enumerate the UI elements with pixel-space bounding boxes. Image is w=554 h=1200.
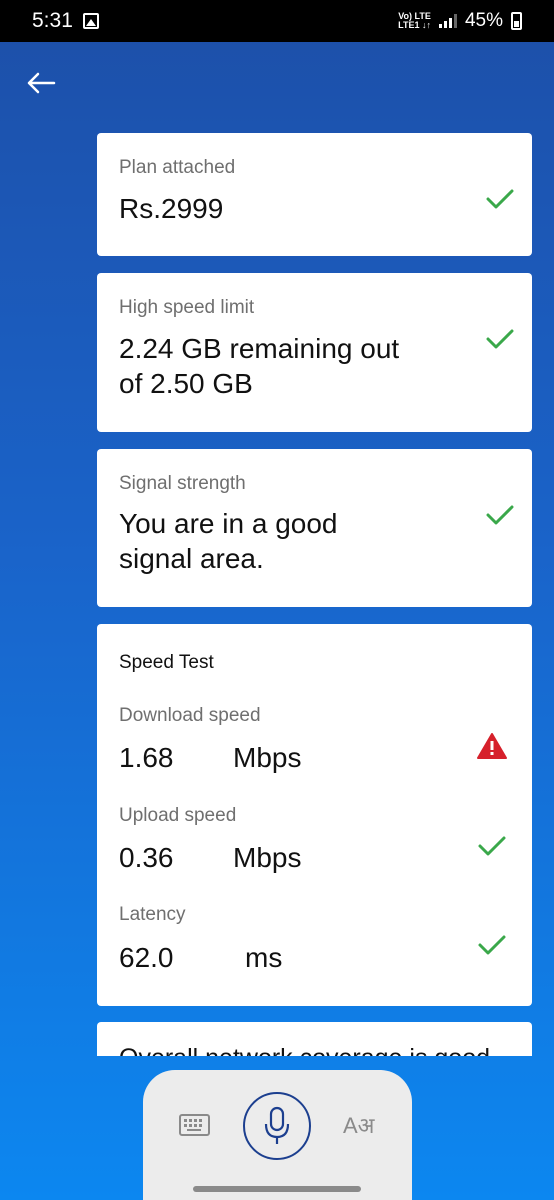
- warning-icon: [477, 733, 507, 759]
- back-arrow-icon: [27, 72, 56, 94]
- check-icon: [478, 836, 506, 856]
- check-icon: [478, 935, 506, 955]
- signal-bars-icon: [438, 14, 457, 28]
- speed-test-card: Speed Test Download speed 1.68 Mbps Uplo…: [97, 624, 532, 1006]
- status-time: 5:31: [32, 9, 73, 32]
- plan-value: Rs.2999: [119, 193, 224, 224]
- coverage-card: Overall network coverage is good: [97, 1022, 532, 1056]
- network-type-indicator: Vo) LTE LTE1 ↓↑: [398, 12, 431, 30]
- high-speed-value-line2: of 2.50 GB: [119, 368, 253, 399]
- microphone-button[interactable]: [243, 1092, 311, 1160]
- keyboard-keys-icon: [184, 1119, 202, 1131]
- check-icon: [486, 189, 514, 209]
- signal-value-line1: You are in a good: [119, 508, 338, 539]
- keyboard-icon[interactable]: [179, 1114, 210, 1136]
- upload-label: Upload speed: [119, 805, 237, 826]
- upload-unit: Mbps: [233, 842, 302, 873]
- check-icon: [486, 329, 514, 349]
- signal-value-line2: signal area.: [119, 543, 264, 574]
- network-bottom-label: LTE1 ↓↑: [398, 20, 431, 30]
- high-speed-label: High speed limit: [119, 297, 255, 318]
- microphone-icon: [264, 1106, 290, 1144]
- high-speed-value-line1: 2.24 GB remaining out: [119, 333, 400, 364]
- plan-card: Plan attached Rs.2999: [97, 133, 532, 256]
- back-button[interactable]: [24, 66, 58, 100]
- language-icon[interactable]: Aअ: [343, 1110, 374, 1140]
- upload-value: 0.36: [119, 842, 174, 873]
- plan-label: Plan attached: [119, 157, 236, 178]
- check-icon: [486, 505, 514, 525]
- download-unit: Mbps: [233, 742, 302, 773]
- high-speed-card: High speed limit 2.24 GB remaining out o…: [97, 273, 532, 432]
- battery-percent: 45%: [464, 10, 503, 31]
- latency-value: 62.0: [119, 942, 174, 973]
- signal-card: Signal strength You are in a good signal…: [97, 449, 532, 607]
- latency-label: Latency: [119, 904, 186, 925]
- battery-icon: [511, 12, 522, 30]
- download-value: 1.68: [119, 742, 174, 773]
- download-label: Download speed: [119, 705, 261, 726]
- status-bar: 5:31 Vo) LTE LTE1 ↓↑ 45%: [0, 0, 554, 42]
- speed-test-title: Speed Test: [119, 652, 214, 673]
- gallery-notification-icon: [82, 13, 99, 29]
- voice-input-bar: Aअ: [143, 1070, 412, 1200]
- home-indicator: [193, 1186, 361, 1192]
- signal-label: Signal strength: [119, 473, 246, 494]
- coverage-text: Overall network coverage is good: [119, 1044, 490, 1056]
- latency-unit: ms: [245, 942, 283, 973]
